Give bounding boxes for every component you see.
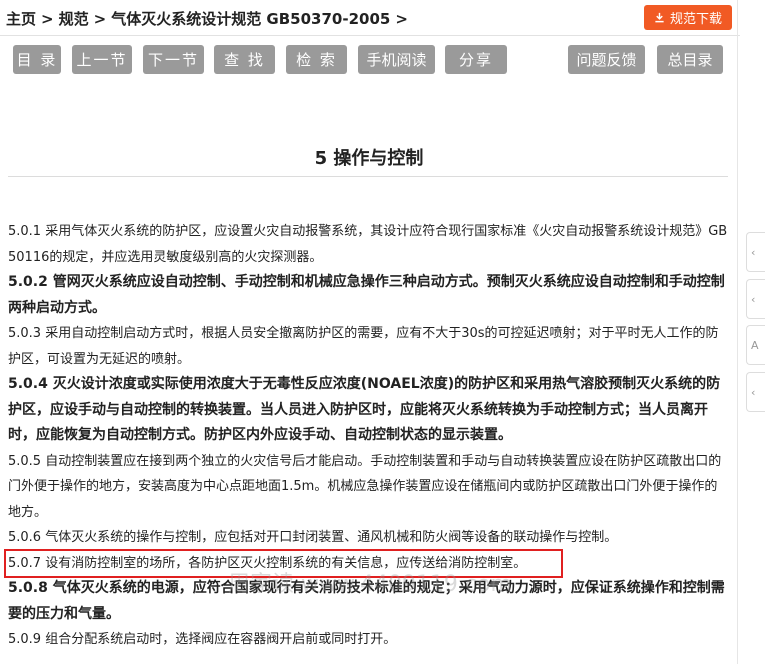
- breadcrumb-separator: >: [395, 10, 408, 28]
- clause-5-0-3: 5.0.3 采用自动控制启动方式时，根据人员安全撤离防护区的需要，应有不大于30…: [8, 326, 719, 367]
- side-tab-1[interactable]: ‹: [746, 232, 765, 272]
- breadcrumb-bar: 主页 > 规范 > 气体灭火系统设计规范 GB50370-2005 > 规范下载: [0, 0, 740, 36]
- clause-5-0-2: 5.0.2 管网灭火系统应设自动控制、手动控制和机械应急操作三种启动方式。预制灭…: [8, 274, 725, 316]
- side-tab-3[interactable]: A: [746, 325, 765, 365]
- toolbar: 目 录 上一节 下一节 查 找 检 索 手机阅读 分享 问题反馈 总目录: [13, 45, 723, 74]
- side-tab-icon: ‹: [751, 245, 756, 259]
- side-tab-icon: A: [751, 338, 759, 352]
- feedback-button[interactable]: 问题反馈: [568, 45, 645, 74]
- download-spec-button[interactable]: 规范下载: [644, 5, 732, 30]
- clause-5-0-4: 5.0.4 灭火设计浓度或实际使用浓度大于无毒性反应浓度(NOAEL浓度)的防护…: [8, 376, 721, 443]
- clause-5-0-1: 5.0.1 采用气体灭火系统的防护区，应设置火灾自动报警系统，其设计应符合现行国…: [8, 224, 728, 265]
- clause-5-0-9: 5.0.9 组合分配系统启动时，选择阀应在容器阀开启前或同时打开。: [8, 632, 397, 647]
- clause-5-0-6: 5.0.6 气体灭火系统的操作与控制，应包括对开口封闭装置、通风机械和防火阀等设…: [8, 530, 618, 545]
- mobile-read-button[interactable]: 手机阅读: [358, 45, 435, 74]
- clause-5-0-8: 5.0.8 气体灭火系统的电源，应符合国家现行有关消防技术标准的规定；采用气动力…: [8, 580, 725, 622]
- breadcrumb-spec-link[interactable]: 规范: [59, 10, 89, 28]
- breadcrumb-separator: >: [41, 10, 54, 28]
- clause-list: 5.0.1 采用气体灭火系统的防护区，应设置火灾自动报警系统，其设计应符合现行国…: [4, 219, 728, 653]
- prev-section-button[interactable]: 上一节: [72, 45, 132, 74]
- download-icon: [655, 12, 664, 23]
- side-tab-2[interactable]: ‹: [746, 279, 765, 319]
- section-title: 5 操作与控制: [314, 148, 424, 169]
- download-label: 规范下载: [669, 12, 722, 27]
- side-tab-icon: ‹: [751, 385, 756, 399]
- share-button[interactable]: 分享: [445, 45, 507, 74]
- clause-5-0-7-highlighted: 5.0.7 设有消防控制室的场所，各防护区灭火控制系统的有关信息，应传送给消防控…: [4, 548, 563, 578]
- breadcrumb-separator: >: [93, 10, 107, 28]
- breadcrumb-doc-link[interactable]: 气体灭火系统设计规范 GB50370-2005: [111, 10, 390, 28]
- breadcrumb: 主页 > 规范 > 气体灭火系统设计规范 GB50370-2005 >: [6, 8, 413, 29]
- clause-5-0-5: 5.0.5 自动控制装置应在接到两个独立的火灾信号后才能启动。手动控制装置和手动…: [8, 453, 722, 520]
- side-tab-icon: ‹: [751, 292, 756, 306]
- breadcrumb-home-link[interactable]: 主页: [6, 10, 36, 28]
- main-toc-button[interactable]: 总目录: [657, 45, 723, 74]
- side-tab-4[interactable]: ‹: [746, 372, 765, 412]
- toc-button[interactable]: 目 录: [13, 45, 61, 74]
- search-button[interactable]: 检 索: [286, 45, 347, 74]
- page-edge-divider: [737, 0, 738, 664]
- find-button[interactable]: 查 找: [214, 45, 275, 74]
- title-divider: [8, 176, 728, 177]
- next-section-button[interactable]: 下一节: [143, 45, 204, 74]
